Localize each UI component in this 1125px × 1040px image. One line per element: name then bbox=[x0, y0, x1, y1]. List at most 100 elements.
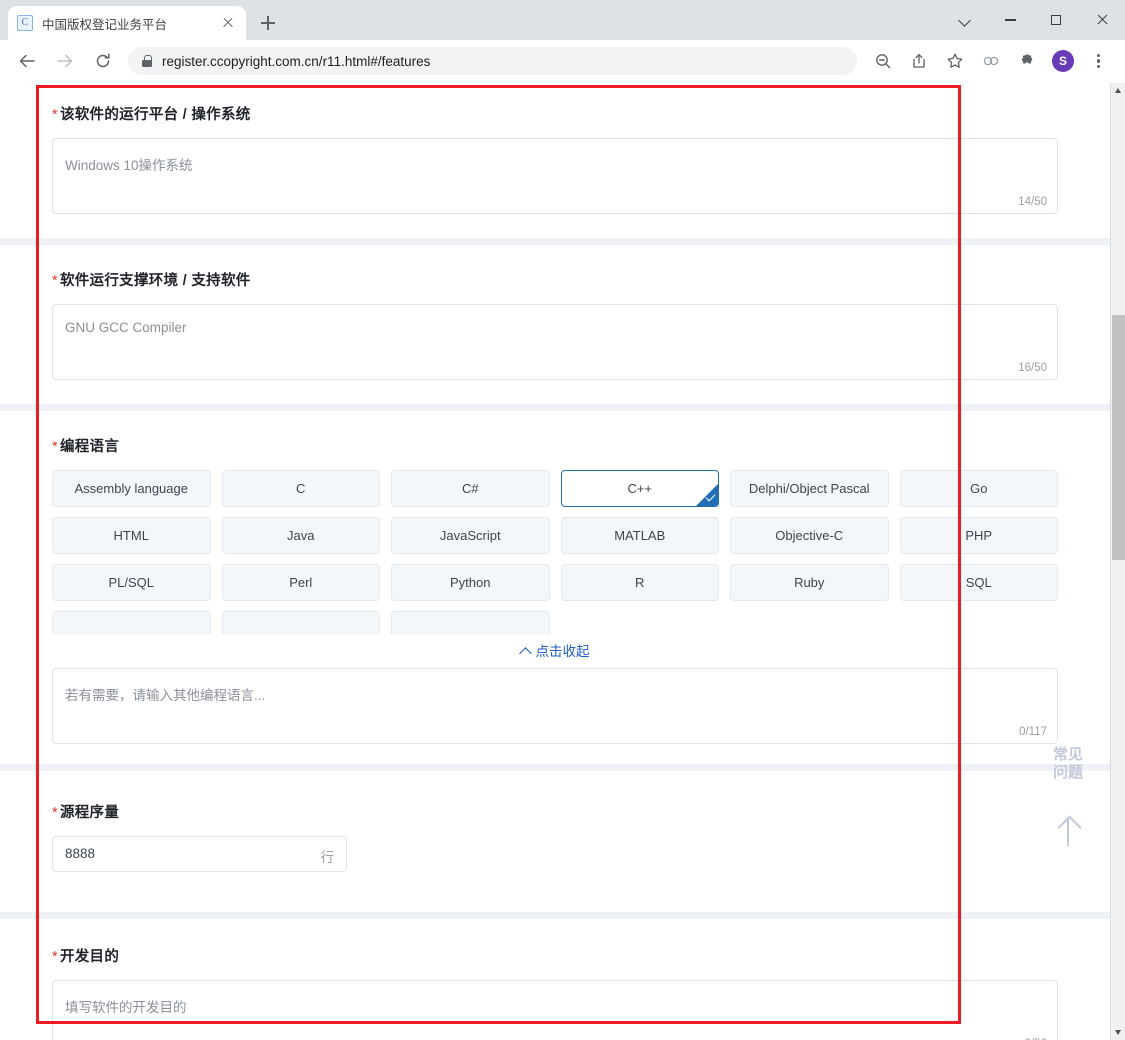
tab-strip: C 中国版权登记业务平台 bbox=[0, 0, 1125, 40]
platform-counter: 14/50 bbox=[1018, 196, 1047, 208]
language-option-matlab[interactable]: MATLAB bbox=[560, 517, 719, 554]
language-option-php[interactable]: PHP bbox=[899, 517, 1058, 554]
vertical-scrollbar[interactable] bbox=[1110, 83, 1125, 1040]
language-option-label: Delphi/Object Pascal bbox=[748, 481, 870, 496]
language-option-objective-c[interactable]: Objective-C bbox=[730, 517, 889, 554]
language-option-delphi-object-pascal[interactable]: Delphi/Object Pascal bbox=[730, 470, 889, 507]
extensions-puzzle-icon[interactable] bbox=[1012, 46, 1042, 76]
required-asterisk: * bbox=[52, 273, 58, 289]
forward-button[interactable] bbox=[50, 46, 80, 76]
language-option-label: C bbox=[296, 481, 306, 496]
language-option-label: PHP bbox=[965, 528, 993, 543]
language-option-r[interactable]: R bbox=[560, 564, 719, 601]
zoom-out-icon[interactable] bbox=[868, 46, 898, 76]
language-option-assembly-language[interactable]: Assembly language bbox=[52, 470, 211, 507]
language-option-label: JavaScript bbox=[439, 528, 501, 543]
language-option-pl-sql[interactable]: PL/SQL bbox=[52, 564, 211, 601]
language-option-c[interactable]: C# bbox=[391, 470, 550, 507]
profile-avatar[interactable]: S bbox=[1048, 46, 1078, 76]
platform-textarea[interactable]: Windows 10操作系统 14/50 bbox=[52, 138, 1058, 214]
arrow-up-icon bbox=[1055, 816, 1081, 846]
tab-search-chevron-icon[interactable] bbox=[941, 0, 987, 40]
environment-counter: 16/50 bbox=[1018, 362, 1047, 374]
page-content: * 该软件的运行平台 / 操作系统 Windows 10操作系统 14/50 * 软… bbox=[0, 83, 1110, 1040]
floating-side-widget: 常见 问题 bbox=[1041, 746, 1095, 846]
language-option-ruby[interactable]: Ruby bbox=[730, 564, 889, 601]
language-option-label: Objective-C bbox=[775, 528, 844, 543]
tab-favicon-icon: C bbox=[17, 15, 33, 31]
language-option-label: PL/SQL bbox=[108, 575, 155, 590]
browser-toolbar: register.ccopyright.com.cn/r11.html#/fea… bbox=[0, 40, 1125, 83]
source-volume-input[interactable]: 8888 行 bbox=[52, 836, 347, 872]
toolbar-icons: S bbox=[865, 46, 1117, 76]
platform-label: * 该软件的运行平台 / 操作系统 bbox=[52, 103, 1058, 124]
other-language-placeholder: 若有需要，请输入其他编程语言... bbox=[65, 688, 266, 703]
required-asterisk: * bbox=[52, 949, 58, 965]
purpose-label: * 开发目的 bbox=[52, 945, 1058, 966]
language-option-label: MATLAB bbox=[614, 528, 666, 543]
scrollbar-thumb[interactable] bbox=[1112, 315, 1125, 560]
browser-tab[interactable]: C 中国版权登记业务平台 bbox=[8, 6, 246, 40]
back-to-top-button[interactable] bbox=[1041, 816, 1095, 846]
language-option-python[interactable]: Python bbox=[391, 564, 550, 601]
language-option-label: SQL bbox=[965, 575, 992, 590]
environment-label: * 软件运行支撑环境 / 支持软件 bbox=[52, 269, 1058, 290]
environment-textarea[interactable]: GNU GCC Compiler 16/50 bbox=[52, 304, 1058, 380]
language-option-label: Ruby bbox=[794, 575, 825, 590]
language-option-placeholder[interactable] bbox=[221, 611, 380, 634]
language-option-placeholder[interactable] bbox=[391, 611, 550, 634]
section-source-volume: * 源程序量 8888 行 bbox=[0, 771, 1110, 912]
language-option-c[interactable]: C++ bbox=[560, 470, 719, 507]
bookmark-star-icon[interactable] bbox=[940, 46, 970, 76]
language-option-javascript[interactable]: JavaScript bbox=[391, 517, 550, 554]
scroll-up-arrow-icon[interactable] bbox=[1111, 83, 1125, 98]
languages-grid: Assembly language C C# C++ Delphi/Object Pas… bbox=[52, 470, 1058, 634]
purpose-textarea[interactable]: 填写软件的开发目的 9/50 bbox=[52, 980, 1058, 1040]
language-option-java[interactable]: Java bbox=[221, 517, 380, 554]
collapse-languages-link[interactable]: 点击收起 bbox=[52, 640, 1058, 660]
lock-icon bbox=[142, 55, 152, 67]
window-controls bbox=[941, 0, 1125, 40]
tab-title: 中国版权登记业务平台 bbox=[42, 17, 168, 32]
address-bar[interactable]: register.ccopyright.com.cn/r11.html#/fea… bbox=[128, 47, 857, 75]
back-button[interactable] bbox=[12, 46, 42, 76]
reload-button[interactable] bbox=[88, 46, 118, 76]
minimize-button[interactable] bbox=[987, 0, 1033, 40]
required-asterisk: * bbox=[52, 805, 58, 821]
close-window-button[interactable] bbox=[1079, 0, 1125, 40]
environment-placeholder: GNU GCC Compiler bbox=[65, 320, 187, 335]
language-option-label: Assembly language bbox=[74, 481, 188, 496]
language-option-perl[interactable]: Perl bbox=[221, 564, 380, 601]
languages-label: * 编程语言 bbox=[52, 435, 1058, 456]
environment-label-text: 软件运行支撑环境 / 支持软件 bbox=[59, 273, 251, 289]
purpose-placeholder: 填写软件的开发目的 bbox=[65, 1000, 187, 1015]
language-option-placeholder[interactable] bbox=[52, 611, 211, 634]
page-viewport: * 该软件的运行平台 / 操作系统 Windows 10操作系统 14/50 * 软… bbox=[0, 83, 1125, 1040]
share-icon[interactable] bbox=[904, 46, 934, 76]
language-option-go[interactable]: Go bbox=[899, 470, 1058, 507]
check-icon bbox=[696, 484, 718, 506]
section-environment: * 软件运行支撑环境 / 支持软件 GNU GCC Compiler 16/50 bbox=[0, 245, 1110, 404]
more-menu-icon[interactable] bbox=[1084, 46, 1114, 76]
source-volume-value: 8888 bbox=[65, 846, 96, 861]
section-purpose: *开发目的 填写软件的开发目的 9/50 bbox=[0, 919, 1110, 1040]
link-chain-icon[interactable] bbox=[976, 46, 1006, 76]
close-tab-icon[interactable] bbox=[219, 14, 237, 32]
language-option-label: Python bbox=[450, 575, 491, 590]
other-language-textarea[interactable]: 若有需要，请输入其他编程语言... 0/117 bbox=[52, 668, 1058, 744]
faq-button[interactable]: 常见 问题 bbox=[1041, 746, 1095, 782]
language-option-label: Perl bbox=[289, 575, 313, 590]
language-option-sql[interactable]: SQL bbox=[899, 564, 1058, 601]
language-option-label: C# bbox=[461, 481, 479, 496]
new-tab-button[interactable] bbox=[254, 9, 282, 37]
language-option-html[interactable]: HTML bbox=[52, 517, 211, 554]
scroll-down-arrow-icon[interactable] bbox=[1111, 1025, 1125, 1040]
language-option-c[interactable]: C bbox=[221, 470, 380, 507]
language-option-label: R bbox=[635, 575, 645, 590]
faq-line-1: 常见 bbox=[1052, 746, 1083, 763]
languages-grid-wrapper: Assembly language C C# C++ Delphi/Object Pas… bbox=[52, 470, 1058, 634]
languages-label-text: 编程语言 bbox=[59, 439, 120, 455]
platform-placeholder: Windows 10操作系统 bbox=[65, 158, 193, 173]
section-platform: * 该软件的运行平台 / 操作系统 Windows 10操作系统 14/50 bbox=[0, 83, 1110, 238]
maximize-button[interactable] bbox=[1033, 0, 1079, 40]
